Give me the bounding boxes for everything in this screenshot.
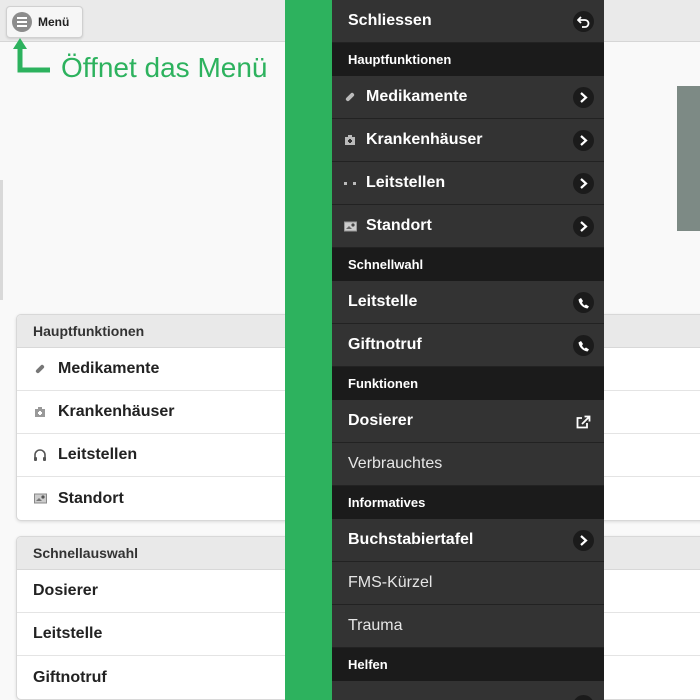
side-panel-edge xyxy=(0,180,3,300)
menu-item-buchstabiertafel[interactable]: Buchstabiertafel xyxy=(332,519,604,562)
menu-item-dosierer[interactable]: Dosierer xyxy=(332,400,604,443)
menu-item-leitstellen[interactable]: Leitstellen xyxy=(332,162,604,205)
menu-item-label: Giftnotruf xyxy=(348,336,422,353)
external-link-icon xyxy=(573,411,594,432)
menu-button-label: Menü xyxy=(38,15,70,29)
headset-icon xyxy=(33,448,47,462)
chevron-right-icon xyxy=(573,695,594,700)
menu-item-label: Leitstellen xyxy=(366,174,446,191)
list-item-label: Medikamente xyxy=(58,360,160,377)
chevron-right-icon xyxy=(573,87,594,108)
hospital-icon xyxy=(342,133,358,147)
chevron-right-icon xyxy=(573,216,594,237)
menu-section-header: Informatives xyxy=(332,486,604,519)
pill-icon xyxy=(342,90,358,104)
logo-fragment xyxy=(677,86,700,231)
menu-item-medikamente[interactable]: Medikamente xyxy=(332,76,604,119)
curved-arrow-icon xyxy=(13,38,50,73)
hospital-icon xyxy=(33,405,47,419)
list-item-label: Giftnotruf xyxy=(33,668,107,686)
menu-item-fms-kuerzel[interactable]: FMS-Kürzel xyxy=(332,562,604,605)
hint-text: Öffnet das Menü xyxy=(61,52,268,83)
pill-icon xyxy=(33,362,47,376)
menu-item-label: Trauma xyxy=(348,617,403,634)
menu-item-label: Dosierer xyxy=(348,412,413,429)
list-item-label: Krankenhäuser xyxy=(58,403,175,420)
hamburger-icon xyxy=(12,12,32,32)
list-item-label: Dosierer xyxy=(33,582,98,599)
menu-item-trauma[interactable]: Trauma xyxy=(332,605,604,648)
side-menu-panel: Schliessen Hauptfunktionen Medikamente K… xyxy=(332,0,604,700)
chevron-right-icon xyxy=(573,530,594,551)
chevron-right-icon xyxy=(573,130,594,151)
menu-item-leitstelle[interactable]: Leitstelle xyxy=(332,281,604,324)
menu-button[interactable]: Menü xyxy=(6,6,83,38)
menu-item-partial[interactable] xyxy=(332,681,604,700)
list-item-label: Leitstellen xyxy=(58,446,138,463)
close-menu-item[interactable]: Schliessen xyxy=(332,0,604,43)
menu-item-label: FMS-Kürzel xyxy=(348,574,433,591)
menu-item-label: Standort xyxy=(366,217,432,234)
menu-item-standort[interactable]: Standort xyxy=(332,205,604,248)
highlight-strip xyxy=(285,0,332,700)
menu-item-label: Buchstabiertafel xyxy=(348,531,474,548)
menu-item-krankenhaeuser[interactable]: Krankenhäuser xyxy=(332,119,604,162)
menu-item-label: Leitstelle xyxy=(348,293,418,310)
menu-item-label: Schliessen xyxy=(348,12,432,29)
list-item-label: Standort xyxy=(58,489,124,507)
menu-item-label: Medikamente xyxy=(366,88,468,105)
headset-icon xyxy=(342,176,358,190)
menu-item-label: Verbrauchtes xyxy=(348,455,443,472)
list-item-label: Leitstelle xyxy=(33,625,103,642)
phone-icon xyxy=(573,335,594,356)
menu-section-header: Schnellwahl xyxy=(332,248,604,281)
menu-section-header: Helfen xyxy=(332,648,604,681)
phone-icon xyxy=(573,292,594,313)
chevron-right-icon xyxy=(573,173,594,194)
undo-icon xyxy=(573,11,594,32)
menu-item-verbrauchtes[interactable]: Verbrauchtes xyxy=(332,443,604,486)
map-icon xyxy=(33,492,47,506)
menu-section-header: Funktionen xyxy=(332,367,604,400)
map-icon xyxy=(342,219,358,233)
menu-item-label: Krankenhäuser xyxy=(366,131,483,148)
menu-item-giftnotruf[interactable]: Giftnotruf xyxy=(332,324,604,367)
menu-section-header: Hauptfunktionen xyxy=(332,43,604,76)
